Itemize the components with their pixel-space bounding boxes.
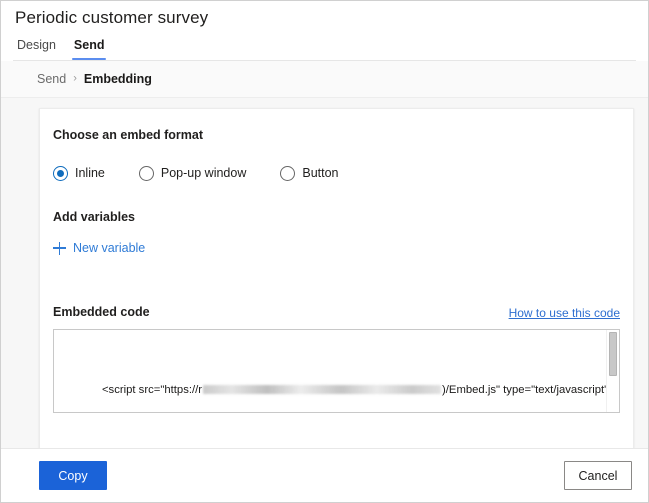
breadcrumb-item-embedding: Embedding (83, 72, 152, 86)
embedding-card: Choose an embed format Inline Pop-up win… (39, 108, 634, 448)
embedded-code-header: Embedded code How to use this code (53, 304, 620, 321)
page-title: Periodic customer survey (15, 8, 209, 27)
radio-label-popup-window: Pop-up window (160, 166, 247, 180)
tab-send[interactable]: Send (71, 35, 107, 60)
embed-format-label: Choose an embed format (53, 128, 204, 142)
embedded-code-label: Embedded code (53, 304, 150, 319)
radio-option-button[interactable]: Button (280, 165, 339, 181)
radio-label-button: Button (302, 166, 339, 180)
add-variables-section: Add variables New variable (53, 209, 620, 260)
plus-icon (53, 241, 66, 255)
header: Periodic customer survey Design Send (1, 1, 648, 61)
embedding-dialog: Periodic customer survey Design Send Sen… (0, 0, 649, 503)
code-line-prefix: <script src="https://r (101, 383, 203, 396)
new-variable-button[interactable]: New variable (53, 240, 145, 256)
embedded-code-textarea[interactable]: <script src="https://r )/Embed.js" type="… (53, 328, 620, 413)
copy-button[interactable]: Copy (39, 461, 107, 490)
main-content: Choose an embed format Inline Pop-up win… (1, 98, 648, 448)
vertical-scrollbar[interactable] (606, 329, 619, 412)
new-variable-label: New variable (73, 241, 146, 255)
radio-icon-popup-window (138, 165, 154, 181)
radio-option-popup-window[interactable]: Pop-up window (138, 165, 247, 181)
embedded-code-section: Embedded code How to use this code <scri… (53, 304, 620, 413)
breadcrumb: Send › Embedding (1, 61, 648, 98)
dialog-footer: Copy Cancel (1, 448, 648, 502)
chevron-right-icon: › (73, 72, 77, 84)
breadcrumb-item-send[interactable]: Send (37, 72, 66, 86)
cancel-button[interactable]: Cancel (564, 461, 632, 490)
embedded-code-text: <script src="https://r )/Embed.js" type="… (54, 330, 607, 412)
radio-option-inline[interactable]: Inline (53, 165, 105, 181)
add-variables-label: Add variables (53, 210, 135, 224)
tab-bar: Design Send (13, 35, 636, 61)
embed-format-radio-group: Inline Pop-up window Button (53, 165, 620, 181)
how-to-use-this-code-link[interactable]: How to use this code (509, 305, 620, 321)
code-line-suffix: )/Embed.js" type="text/javascript"> </sc… (442, 383, 607, 396)
radio-icon-inline (53, 165, 68, 181)
tab-design[interactable]: Design (15, 35, 58, 60)
code-line: <script src="https://r )/Embed.js" type="… (58, 365, 607, 396)
vertical-scrollbar-thumb[interactable] (608, 331, 617, 376)
radio-icon-button (280, 165, 296, 181)
redacted-url (203, 385, 442, 395)
radio-label-inline: Inline (75, 166, 105, 180)
